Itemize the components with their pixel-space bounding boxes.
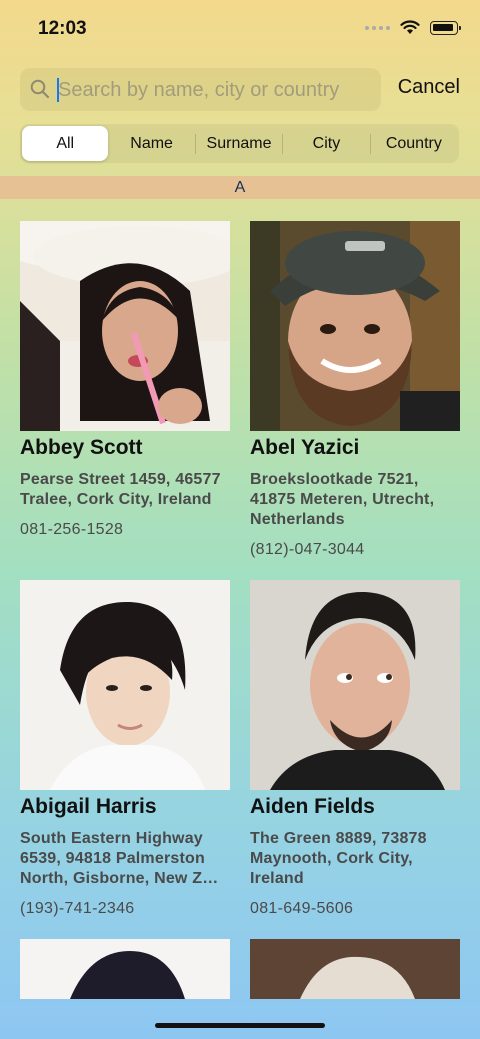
contact-address: Pearse Street 1459, 46577 Tralee, Cork C… bbox=[20, 471, 221, 508]
contact-address: Broekslootkade 7521, 41875 Meteren, Utre… bbox=[250, 471, 435, 528]
contact-photo bbox=[20, 580, 230, 790]
contact-card[interactable]: Abel Yazici Broekslootkade 7521, 41875 M… bbox=[250, 221, 460, 559]
filter-tab-all[interactable]: All bbox=[22, 126, 109, 161]
contact-address: South Eastern Highway 6539, 94818 Palmer… bbox=[20, 830, 219, 887]
contact-card[interactable]: Abbey Scott Pearse Street 1459, 46577 Tr… bbox=[20, 221, 230, 539]
filter-tab-name[interactable]: Name bbox=[108, 126, 194, 161]
contact-phone[interactable]: 081-256-1528 bbox=[20, 521, 230, 539]
contact-photo bbox=[250, 580, 460, 790]
contact-phone[interactable]: (812)-047-3044 bbox=[250, 541, 460, 559]
contact-card[interactable]: Aiden Fields The Green 8889, 73878 Mayno… bbox=[250, 580, 460, 918]
contact-photo bbox=[20, 221, 230, 431]
contact-card[interactable] bbox=[250, 939, 460, 999]
status-bar: 12:03 bbox=[0, 0, 480, 60]
contact-photo bbox=[250, 221, 460, 431]
text-cursor bbox=[57, 78, 59, 102]
search-row: Cancel bbox=[20, 68, 460, 112]
signal-icon bbox=[365, 25, 390, 30]
filter-tab-country[interactable]: Country bbox=[371, 126, 457, 161]
contact-photo bbox=[250, 939, 460, 999]
home-indicator[interactable] bbox=[155, 1023, 325, 1028]
section-header: A bbox=[0, 176, 480, 199]
contact-name: Abbey Scott bbox=[20, 436, 143, 459]
search-input[interactable] bbox=[56, 76, 376, 104]
filter-segmented-control: All Name Surname City Country bbox=[20, 124, 459, 163]
contact-card[interactable] bbox=[20, 939, 230, 999]
search-icon bbox=[30, 79, 50, 99]
battery-icon bbox=[430, 20, 461, 35]
wifi-icon bbox=[400, 20, 420, 34]
contact-phone[interactable]: (193)-741-2346 bbox=[20, 900, 230, 918]
status-time: 12:03 bbox=[38, 18, 87, 39]
filter-tab-city[interactable]: City bbox=[283, 126, 369, 161]
cancel-button[interactable]: Cancel bbox=[398, 76, 460, 99]
contact-photo bbox=[20, 939, 230, 999]
contact-name: Abel Yazici bbox=[250, 436, 360, 459]
contact-card[interactable]: Abigail Harris South Eastern Highway 653… bbox=[20, 580, 230, 918]
contact-phone[interactable]: 081-649-5606 bbox=[250, 900, 460, 918]
contact-name: Abigail Harris bbox=[20, 795, 157, 818]
contact-name: Aiden Fields bbox=[250, 795, 375, 818]
filter-tab-surname[interactable]: Surname bbox=[196, 126, 282, 161]
status-icons bbox=[365, 20, 461, 35]
search-box[interactable] bbox=[20, 68, 381, 111]
contact-address: The Green 8889, 73878 Maynooth, Cork Cit… bbox=[250, 830, 427, 887]
